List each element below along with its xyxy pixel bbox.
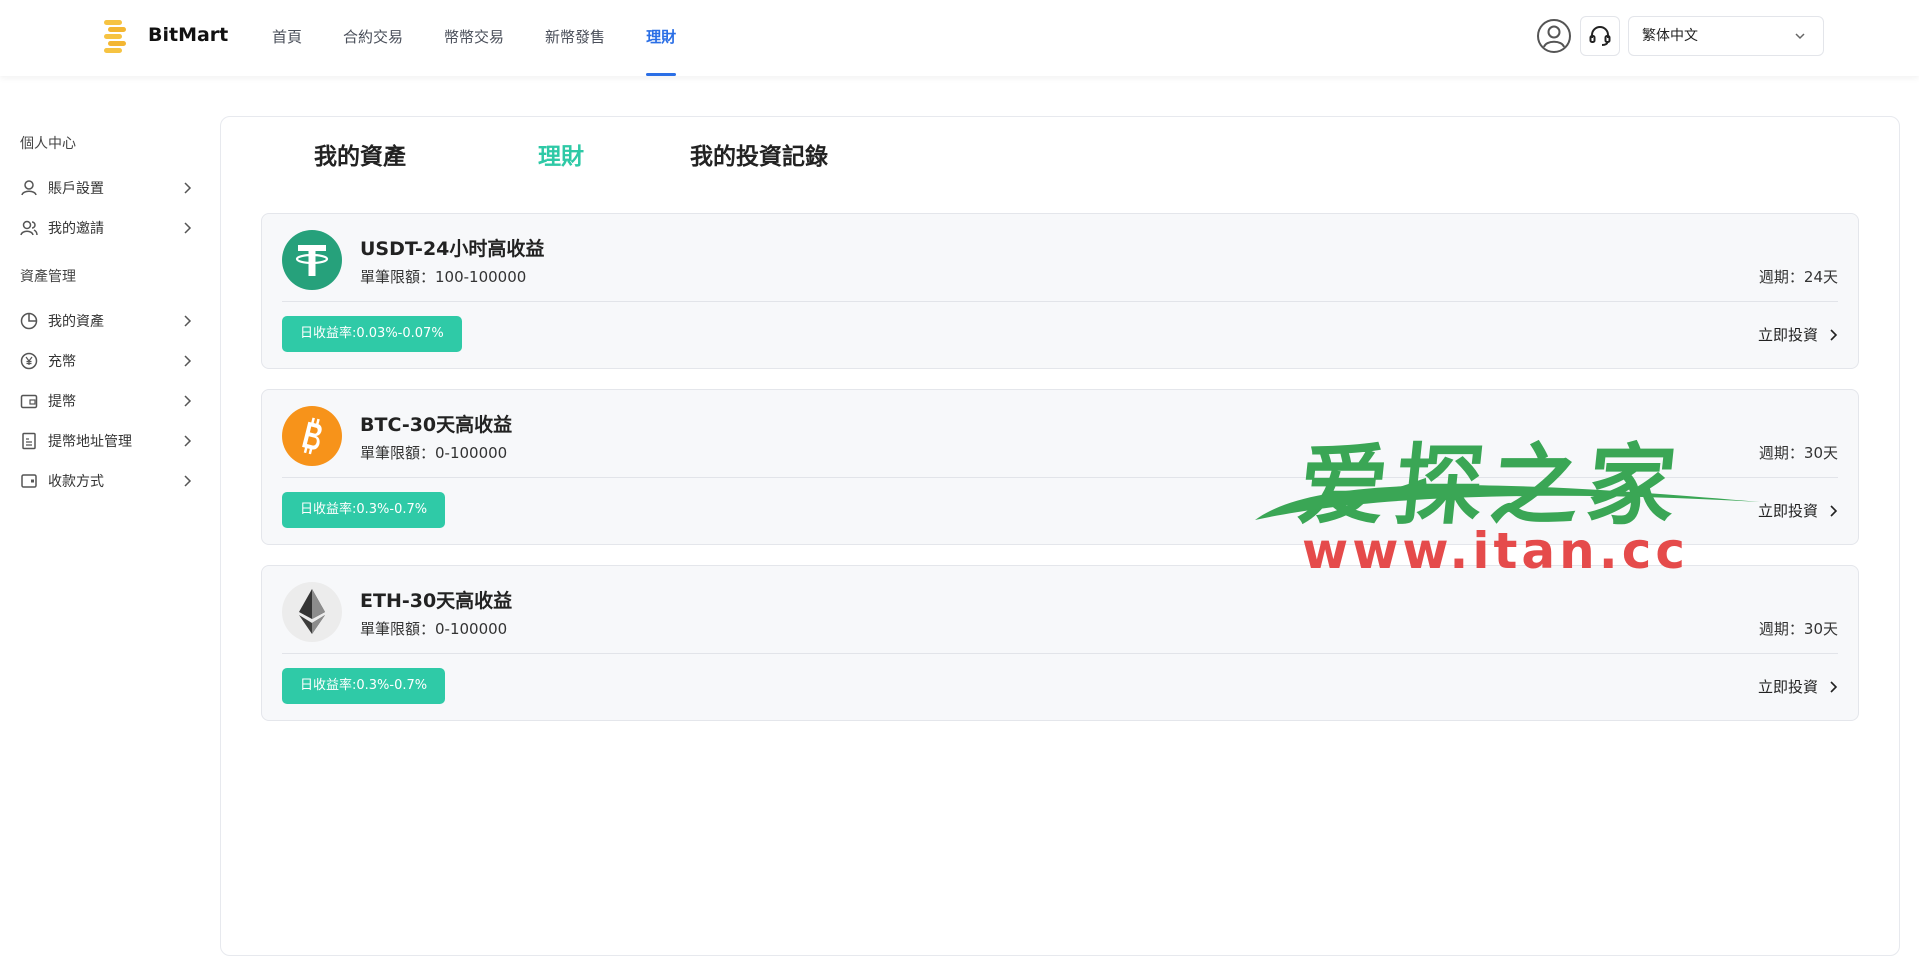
chevron-right-icon <box>184 222 192 234</box>
chevron-right-icon <box>1830 504 1838 517</box>
invest-now-button[interactable]: 立即投資 <box>1758 676 1838 697</box>
product-limit: 單筆限額：0-100000 <box>360 444 508 462</box>
section-personal-center: 個人中心 <box>20 136 76 152</box>
language-value: 繁体中文 <box>1642 28 1698 44</box>
sidebar-item-label: 我的資產 <box>48 314 104 330</box>
tab-finance[interactable]: 理財 <box>538 137 584 171</box>
pie-chart-icon <box>20 312 38 330</box>
product-limit: 單筆限額：0-100000 <box>360 620 508 638</box>
product-limit: 單筆限額：100-100000 <box>360 268 527 286</box>
sidebar-item-label: 提幣地址管理 <box>48 434 132 450</box>
card-divider <box>282 653 1838 654</box>
document-icon <box>20 432 38 450</box>
sidebar-item-label: 充幣 <box>48 354 76 370</box>
wallet-card-icon <box>20 472 38 490</box>
tab-my-assets[interactable]: 我的資產 <box>314 137 406 171</box>
user-avatar-icon <box>1537 19 1571 53</box>
users-icon <box>20 219 38 237</box>
invest-now-label: 立即投資 <box>1757 326 1818 344</box>
nav-finance[interactable]: 理財 <box>646 0 677 76</box>
sidebar-item-my-assets[interactable]: 我的資產 <box>20 306 192 336</box>
card-divider <box>282 301 1838 302</box>
watermark-url-text: www.itan.cc <box>1302 522 1690 580</box>
chevron-right-icon <box>184 355 192 367</box>
brand-name[interactable]: BitMart <box>148 24 228 46</box>
nav-new-listing[interactable]: 新幣發售 <box>545 0 605 76</box>
invest-now-label: 立即投資 <box>1757 678 1818 696</box>
chevron-right-icon <box>184 475 192 487</box>
nav-contract-trading[interactable]: 合約交易 <box>343 0 403 76</box>
section-asset-management: 資產管理 <box>20 269 76 285</box>
chevron-right-icon <box>184 315 192 327</box>
sidebar-item-label: 提幣 <box>48 394 76 410</box>
yen-coin-icon <box>20 352 38 370</box>
sidebar-item-withdraw-address[interactable]: 提幣地址管理 <box>20 426 192 456</box>
sidebar-item-label: 賬戶設置 <box>48 181 104 197</box>
wallet-icon <box>20 392 38 410</box>
product-title: BTC-30天高收益 <box>360 414 513 436</box>
bitmart-logo-icon[interactable] <box>100 18 130 54</box>
sidebar-item-my-invitations[interactable]: 我的邀請 <box>20 213 192 243</box>
product-title: USDT-24小时高收益 <box>360 238 545 260</box>
user-avatar-button[interactable] <box>1534 16 1574 56</box>
user-icon <box>20 179 38 197</box>
eth-coin-icon <box>282 582 342 642</box>
product-card-usdt: USDT-24小时高收益 單筆限額：100-100000 週期：24天 日收益率… <box>261 213 1859 369</box>
sidebar-item-withdraw[interactable]: 提幣 <box>20 386 192 416</box>
invest-now-button[interactable]: 立即投資 <box>1758 324 1838 345</box>
daily-rate-badge: 日收益率:0.3%-0.7% <box>282 668 446 704</box>
main-nav: 首頁 合約交易 幣幣交易 新幣發售 理財 <box>272 0 717 76</box>
sidebar-item-payment-methods[interactable]: 收款方式 <box>20 466 192 496</box>
customer-service-button[interactable] <box>1580 16 1620 56</box>
tab-investment-records[interactable]: 我的投資記錄 <box>690 137 828 171</box>
sidebar-item-account-settings[interactable]: 賬戶設置 <box>20 173 192 203</box>
chevron-right-icon <box>184 182 192 194</box>
watermark-swoosh <box>1255 485 1760 520</box>
chevron-right-icon <box>184 435 192 447</box>
chevron-down-icon <box>1795 33 1805 40</box>
btc-coin-icon <box>282 406 342 466</box>
daily-rate-badge: 日收益率:0.3%-0.7% <box>282 492 446 528</box>
usdt-coin-icon <box>282 230 342 290</box>
chevron-right-icon <box>1830 680 1838 693</box>
headset-icon <box>1589 26 1611 46</box>
product-period: 週期：30天 <box>1758 444 1838 462</box>
product-period: 週期：24天 <box>1758 268 1838 286</box>
sidebar-item-deposit[interactable]: 充幣 <box>20 346 192 376</box>
chevron-right-icon <box>184 395 192 407</box>
product-card-eth: ETH-30天高收益 單筆限額：0-100000 週期：30天 日收益率:0.3… <box>261 565 1859 721</box>
daily-rate-badge: 日收益率:0.03%-0.07% <box>282 316 462 352</box>
product-period: 週期：30天 <box>1758 620 1838 638</box>
product-title: ETH-30天高收益 <box>360 590 513 612</box>
chevron-right-icon <box>1830 328 1838 341</box>
nav-spot-trading[interactable]: 幣幣交易 <box>444 0 504 76</box>
sidebar-item-label: 我的邀請 <box>48 221 104 237</box>
top-header: BitMart 首頁 合約交易 幣幣交易 新幣發售 理財 繁体中文 <box>0 0 1919 76</box>
nav-home[interactable]: 首頁 <box>272 0 302 76</box>
sidebar-item-label: 收款方式 <box>48 474 104 490</box>
language-select[interactable]: 繁体中文 <box>1628 16 1824 56</box>
